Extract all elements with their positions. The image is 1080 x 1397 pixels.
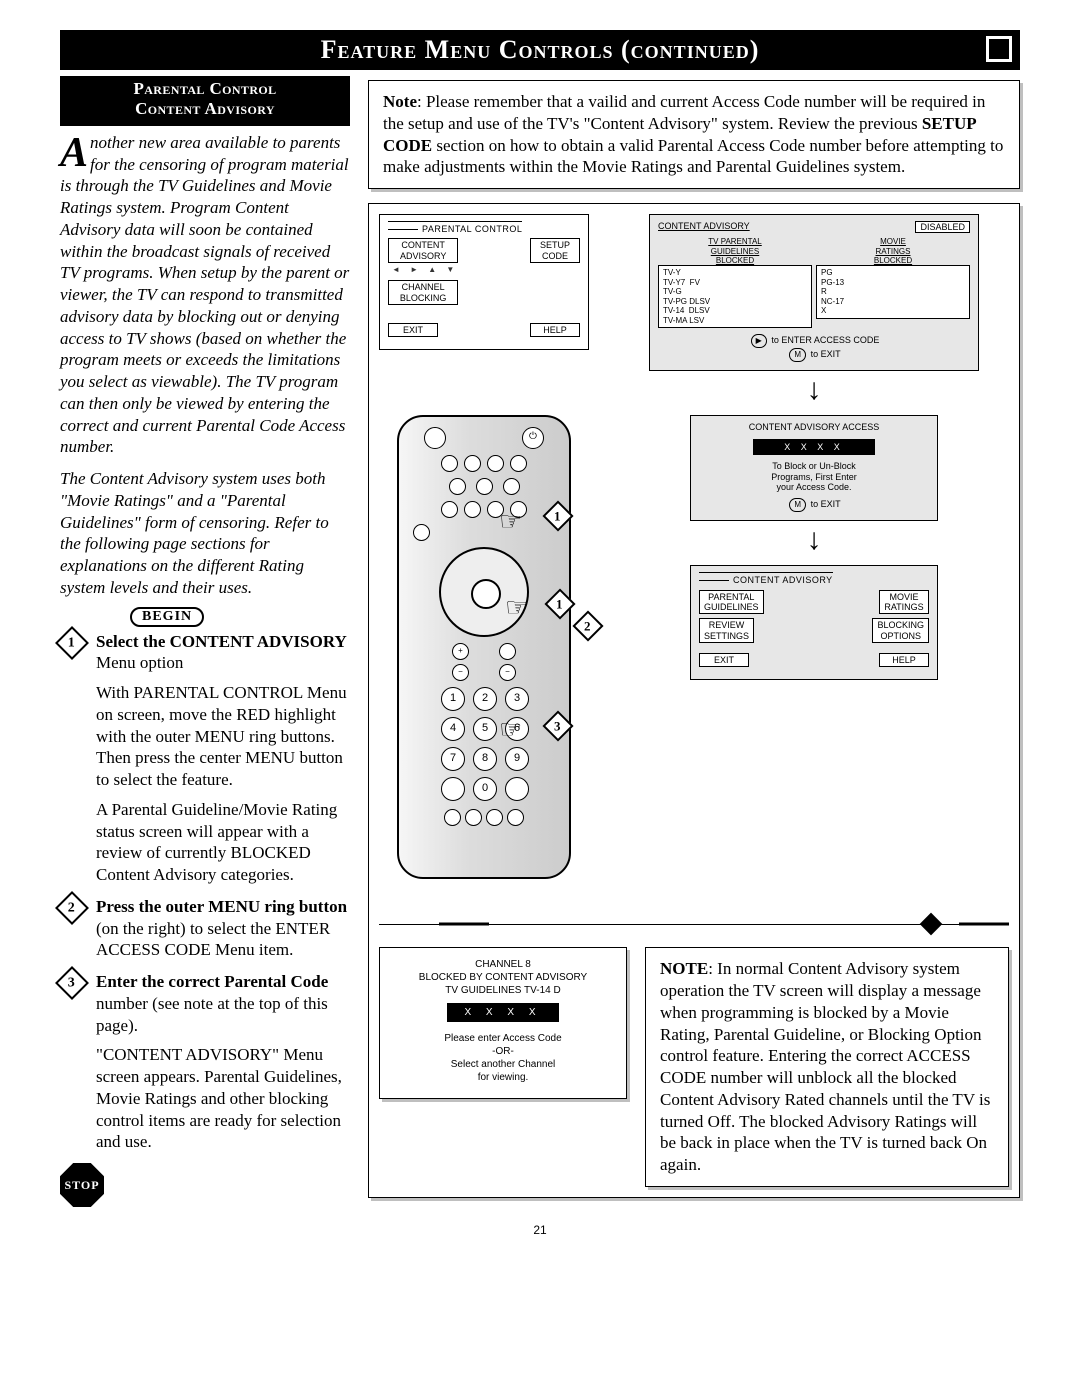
heading-line2: Content Advisory <box>135 99 275 118</box>
remote-num-enter <box>505 777 529 801</box>
title-bar-icon <box>986 36 1012 62</box>
step-2-icon: 2 <box>55 891 89 925</box>
blocking-options-button: BLOCKING OPTIONS <box>872 618 929 643</box>
access-code-field: X X X X <box>753 439 875 455</box>
page-number: 21 <box>60 1223 1020 1237</box>
step-3: 3 Enter the correct Parental Code number… <box>60 971 350 1153</box>
step-1: 1 Select the CONTENT ADVISORY Menu optio… <box>60 631 350 886</box>
diagram-step-2-icon: 2 <box>572 611 603 642</box>
blocked-code-field: X X X X <box>447 1003 559 1022</box>
remote-numpad: 1 2 3 4 5 6 7 8 9 0 <box>399 687 569 801</box>
remote-num-8: 8 <box>473 747 497 771</box>
remote-num-3: 3 <box>505 687 529 711</box>
parental-control-menu: PARENTAL CONTROL CONTENT ADVISORY ◄ ► ▲ … <box>379 214 589 350</box>
movie-ratings-button: MOVIE RATINGS <box>879 590 929 615</box>
remote-menu-ring <box>439 547 529 637</box>
remote-num-7: 7 <box>441 747 465 771</box>
divider-ornament <box>379 911 1009 937</box>
remote-mute <box>499 643 516 660</box>
page-title-bar: Feature Menu Controls (continued) <box>60 30 1020 70</box>
play-icon: ▶ <box>751 334 767 348</box>
remote-pip-button <box>444 809 461 826</box>
remote-num-0: 0 <box>473 777 497 801</box>
remote-av-button <box>424 427 446 449</box>
bottom-note: NOTE: In normal Content Advisory system … <box>645 947 1009 1187</box>
heading-line1: Parental Control <box>133 79 276 98</box>
m-key-icon: M <box>789 498 806 512</box>
m-key-icon: M <box>789 348 806 362</box>
setup-code-button: SETUP CODE <box>530 238 580 263</box>
step-1-icon: 1 <box>55 626 89 660</box>
arrow-down-icon: ↓ <box>649 375 979 405</box>
pointing-hand-icon: ☜ <box>499 715 522 745</box>
remote-power-button: ⏻ <box>522 427 544 449</box>
remote-pip-button <box>486 809 503 826</box>
remote-ch-down: − <box>499 664 516 681</box>
remote-menu-center-button <box>471 579 501 609</box>
remote-acc-button <box>503 478 520 495</box>
remote-guide-button <box>441 455 458 472</box>
blocked-screen: CHANNEL 8 BLOCKED BY CONTENT ADVISORY TV… <box>379 947 627 1099</box>
channel-blocking-button: CHANNEL BLOCKING <box>388 280 458 305</box>
remote-num-alt <box>441 777 465 801</box>
help-button: HELP <box>530 323 580 337</box>
help-button: HELP <box>879 653 929 667</box>
remote-num-5: 5 <box>473 717 497 741</box>
remote-num-9: 9 <box>505 747 529 771</box>
page-title: Feature Menu Controls (continued) <box>321 35 760 64</box>
remote-pip-button <box>465 809 482 826</box>
remote-round-button <box>510 455 527 472</box>
stop-icon: STOP <box>60 1163 104 1207</box>
exit-button: EXIT <box>699 653 749 667</box>
remote-tv-button <box>449 478 466 495</box>
arrow-down-icon: ↓ <box>649 525 979 555</box>
remote-info-button <box>464 455 481 472</box>
pointing-hand-icon: ☜ <box>499 507 522 537</box>
right-column: Note: Please remember that a vailid and … <box>368 76 1020 1198</box>
remote-num-2: 2 <box>473 687 497 711</box>
remote-small-button <box>441 501 458 518</box>
section-heading: Parental Control Content Advisory <box>60 76 350 126</box>
intro-paragraph: Another new area available to parents fo… <box>60 132 350 599</box>
parental-guidelines-button: PARENTAL GUIDELINES <box>699 590 764 615</box>
remote-control-illustration: ⏻ <box>397 415 571 879</box>
remote-vol-up: + <box>452 643 469 660</box>
step-2: 2 Press the outer MENU ring button (on t… <box>60 896 350 961</box>
arrows-row-icon: ◄ ► ▲ ▼ <box>392 265 458 274</box>
dropcap: A <box>60 132 90 170</box>
remote-num-4: 4 <box>441 717 465 741</box>
top-note: Note: Please remember that a vailid and … <box>368 80 1020 189</box>
content-advisory-button: CONTENT ADVISORY <box>388 238 458 263</box>
left-column: Parental Control Content Advisory Anothe… <box>60 76 350 1207</box>
content-advisory-status: CONTENT ADVISORY DISABLED TV PARENTAL GU… <box>649 214 979 371</box>
diagram-panel: PARENTAL CONTROL CONTENT ADVISORY ◄ ► ▲ … <box>368 203 1020 1198</box>
remote-small-button <box>464 501 481 518</box>
begin-pill: BEGIN <box>130 607 204 627</box>
remote-sleep-button <box>413 524 430 541</box>
remote-vcr-button <box>476 478 493 495</box>
remote-pip-button <box>507 809 524 826</box>
remote-num-1: 1 <box>441 687 465 711</box>
access-code-menu: CONTENT ADVISORY ACCESS X X X X To Block… <box>690 415 938 521</box>
remote-vol-down: − <box>452 664 469 681</box>
review-settings-button: REVIEW SETTINGS <box>699 618 754 643</box>
content-advisory-menu: CONTENT ADVISORY PARENTAL GUIDELINES MOV… <box>690 565 938 680</box>
step-3-icon: 3 <box>55 966 89 1000</box>
exit-button: EXIT <box>388 323 438 337</box>
pointing-hand-icon: ☜ <box>505 593 528 623</box>
remote-round-button <box>487 455 504 472</box>
